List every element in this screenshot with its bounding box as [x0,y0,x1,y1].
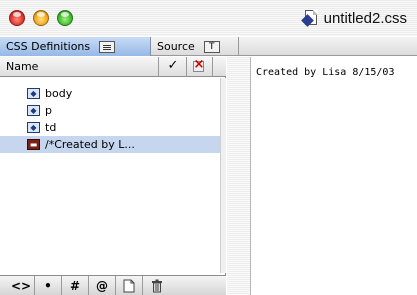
css-document-icon [300,9,319,27]
list-item-label: p [45,104,52,117]
window-title: untitled2.css [323,9,407,27]
list-item-label: /*Created by L... [45,138,135,151]
new-id-button[interactable]: # [62,275,89,295]
list-item-label: body [45,87,73,100]
css-definitions-pane: Name ✓ × ◆ body ◆ p ◆ td ▬ /*Created by … [0,57,226,295]
list-icon [99,40,116,53]
list-scrollbar[interactable] [220,78,226,273]
tab-source[interactable]: Source T [151,37,239,56]
source-text[interactable]: Created by Lisa 8/15/03 [256,67,394,78]
list-header: Name ✓ × [0,57,226,77]
zoom-button[interactable] [57,10,73,26]
css-selector-icon: ◆ [27,88,40,99]
new-class-label: • [44,278,52,293]
tab-source-label: Source [157,40,195,53]
minimize-button[interactable] [33,10,49,26]
list-item[interactable]: ▬ /*Created by L... [0,136,220,153]
css-definitions-list: ◆ body ◆ p ◆ td ▬ /*Created by L... [0,85,220,153]
window-title-group: untitled2.css [300,9,407,27]
new-comment-button[interactable] [116,275,143,295]
text-icon: T [203,40,220,53]
checkmark-icon[interactable]: ✓ [164,58,182,73]
tab-bar: CSS Definitions Source T [0,37,417,56]
list-item[interactable]: ◆ p [0,102,220,119]
tab-css-definitions[interactable]: CSS Definitions [0,37,151,56]
page-icon [123,279,135,292]
delete-button[interactable] [143,276,170,295]
close-button[interactable] [9,10,25,26]
css-selector-icon: ◆ [27,122,40,133]
definitions-toolbar: <> • # @ [0,275,226,295]
pane-splitter[interactable] [227,57,251,295]
css-selector-icon: ◆ [27,105,40,116]
new-at-rule-label: @ [96,278,108,293]
new-id-label: # [69,278,81,293]
new-class-button[interactable]: • [35,275,62,295]
source-pane[interactable]: Created by Lisa 8/15/03 [252,57,417,295]
new-at-rule-button[interactable]: @ [89,275,116,295]
css-comment-icon: ▬ [27,139,40,150]
x-box-icon[interactable]: × [192,57,206,74]
name-column-header[interactable]: Name [6,60,38,73]
new-tag-button[interactable]: <> [8,275,35,295]
new-tag-label: <> [10,278,32,293]
tab-css-definitions-label: CSS Definitions [6,40,91,53]
list-item[interactable]: ◆ body [0,85,220,102]
list-item[interactable]: ◆ td [0,119,220,136]
trash-icon [151,279,162,292]
title-bar: untitled2.css [0,0,417,36]
list-item-label: td [45,121,57,134]
